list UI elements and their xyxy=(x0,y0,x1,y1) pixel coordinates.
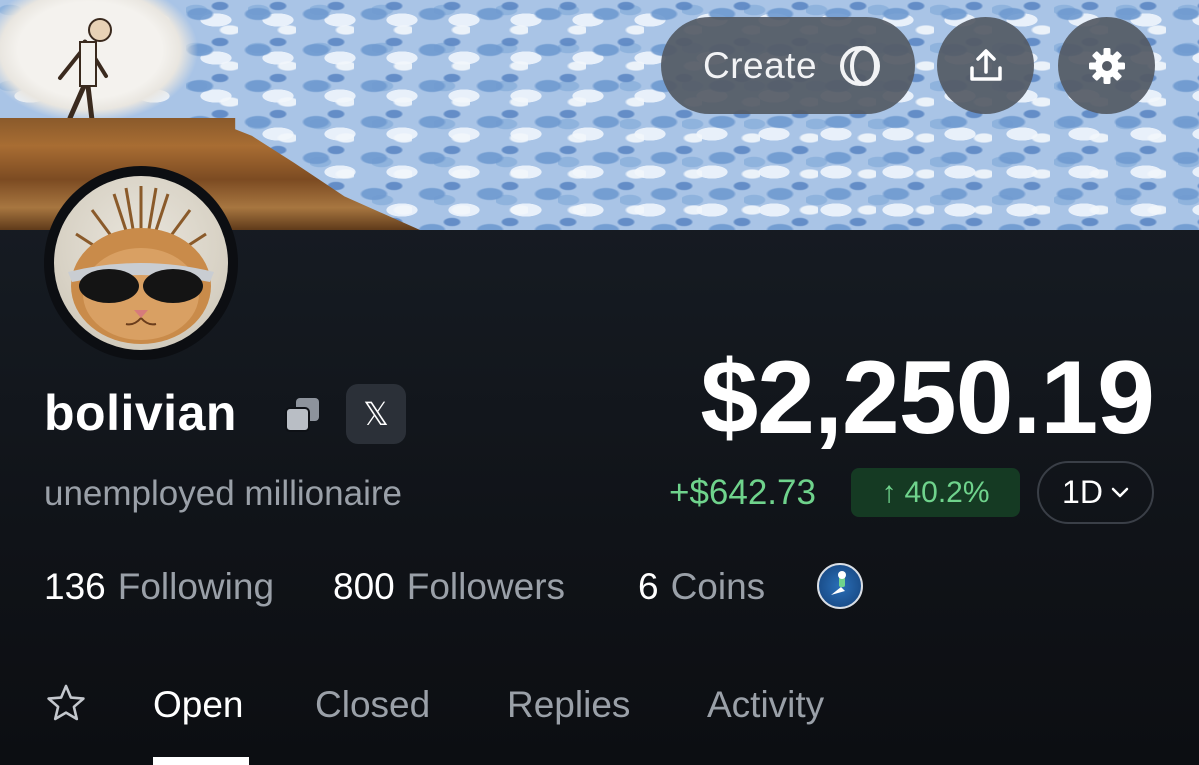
gear-icon xyxy=(1088,47,1125,84)
settings-button[interactable] xyxy=(1058,17,1155,114)
coin-logo-icon xyxy=(840,45,881,86)
create-button-label: Create xyxy=(702,44,818,86)
avatar-image xyxy=(54,176,228,350)
tab-activity[interactable]: Activity xyxy=(707,683,824,727)
followers-count: 800 xyxy=(333,566,395,607)
create-button[interactable]: Create xyxy=(661,17,915,114)
copy-icon[interactable] xyxy=(284,396,322,434)
following-stat[interactable]: 136 Following xyxy=(44,565,274,609)
coins-stat[interactable]: 6 Coins xyxy=(638,565,765,609)
favorites-star-icon[interactable] xyxy=(46,683,86,723)
share-upload-icon xyxy=(969,48,1002,81)
tab-closed[interactable]: Closed xyxy=(315,683,430,727)
x-social-link[interactable]: 𝕏 xyxy=(346,384,406,444)
up-arrow-icon: ↑ xyxy=(881,475,897,509)
period-selector[interactable]: 1D xyxy=(1037,461,1154,524)
period-label: 1D xyxy=(1062,474,1103,510)
change-percent-badge: ↑ 40.2% xyxy=(851,468,1020,517)
old-man-figure-icon xyxy=(58,18,112,123)
coins-label: Coins xyxy=(670,566,766,607)
following-label: Following xyxy=(117,566,275,607)
profile-page: Create bolivian 𝕏 unemployed millionaire… xyxy=(0,0,1199,765)
avatar[interactable] xyxy=(44,166,238,360)
tab-open[interactable]: Open xyxy=(153,683,244,727)
achievement-badge-icon[interactable] xyxy=(817,563,863,609)
followers-label: Followers xyxy=(406,566,566,607)
tab-replies[interactable]: Replies xyxy=(507,683,630,727)
portfolio-value: $2,250.19 xyxy=(700,340,1155,456)
share-button[interactable] xyxy=(937,17,1034,114)
x-logo-icon: 𝕏 xyxy=(363,396,389,432)
value-change: +$642.73 xyxy=(669,473,816,512)
username: bolivian xyxy=(44,385,237,441)
chevron-down-icon xyxy=(1111,487,1129,497)
profile-bio: unemployed millionaire xyxy=(44,474,402,513)
change-percent: 40.2% xyxy=(904,475,990,509)
followers-stat[interactable]: 800 Followers xyxy=(333,565,565,609)
active-tab-indicator xyxy=(153,757,249,765)
following-count: 136 xyxy=(44,566,106,607)
coins-count: 6 xyxy=(638,566,659,607)
